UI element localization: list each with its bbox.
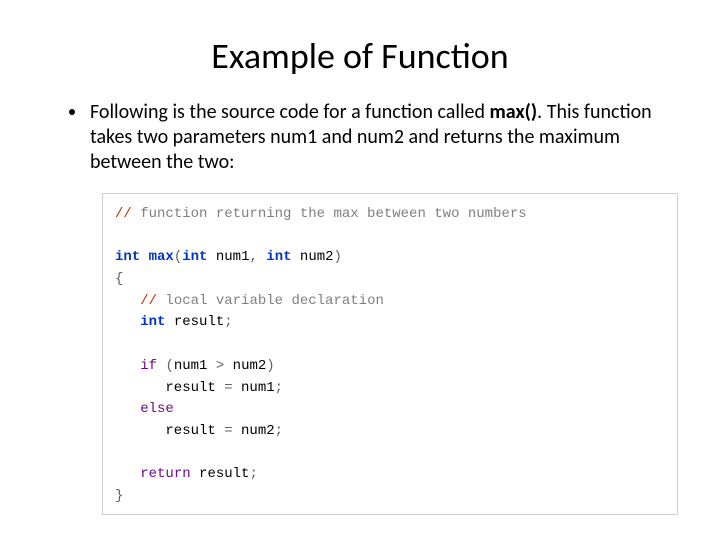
code-paren-open: ( bbox=[165, 358, 173, 374]
bullet-item: Following is the source code for a funct… bbox=[88, 100, 680, 175]
bullet-list: Following is the source code for a funct… bbox=[40, 100, 680, 175]
code-return-val: result bbox=[191, 466, 250, 482]
slide: Example of Function Following is the sou… bbox=[0, 0, 720, 540]
code-semi: ; bbox=[224, 314, 232, 330]
code-param-1: num1 bbox=[207, 249, 249, 265]
code-keyword-int: int bbox=[182, 249, 207, 265]
code-assign-2b: num2 bbox=[233, 423, 275, 439]
code-keyword-else: else bbox=[140, 401, 174, 417]
code-paren-open: ( bbox=[174, 249, 182, 265]
code-comment-slashes: // bbox=[115, 206, 132, 222]
code-comma: , bbox=[249, 249, 257, 265]
code-paren-close: ) bbox=[334, 249, 342, 265]
code-sp bbox=[140, 249, 148, 265]
code-param-2: num2 bbox=[292, 249, 334, 265]
code-keyword-if: if bbox=[140, 358, 157, 374]
code-semi: ; bbox=[275, 423, 283, 439]
code-indent bbox=[115, 314, 140, 330]
slide-title: Example of Function bbox=[40, 34, 680, 78]
code-cond-a: num1 bbox=[174, 358, 216, 374]
code-indent bbox=[115, 466, 140, 482]
bullet-text-pre: Following is the source code for a funct… bbox=[90, 100, 490, 124]
code-var-result: result bbox=[165, 314, 224, 330]
code-op-eq: = bbox=[224, 423, 232, 439]
code-indent bbox=[115, 293, 140, 309]
code-cond-b: num2 bbox=[224, 358, 266, 374]
code-keyword-int: int bbox=[140, 314, 165, 330]
code-assign-1: result bbox=[115, 380, 224, 396]
code-semi: ; bbox=[249, 466, 257, 482]
code-func-name: max bbox=[149, 249, 174, 265]
code-brace-close: } bbox=[115, 488, 123, 504]
code-keyword-int: int bbox=[115, 249, 140, 265]
code-keyword-int: int bbox=[266, 249, 291, 265]
code-keyword-return: return bbox=[140, 466, 190, 482]
code-semi: ; bbox=[275, 380, 283, 396]
code-op-eq: = bbox=[224, 380, 232, 396]
code-brace-open: { bbox=[115, 271, 123, 287]
code-op-gt: > bbox=[216, 358, 224, 374]
code-indent bbox=[115, 358, 140, 374]
code-comment-slashes: // bbox=[140, 293, 157, 309]
code-paren-close: ) bbox=[266, 358, 274, 374]
code-assign-2: result bbox=[115, 423, 224, 439]
code-comment-2: local variable declaration bbox=[157, 293, 384, 309]
code-assign-1b: num1 bbox=[233, 380, 275, 396]
code-indent bbox=[115, 401, 140, 417]
code-comment-1: function returning the max between two n… bbox=[132, 206, 527, 222]
bullet-text-bold: max() bbox=[490, 100, 538, 124]
code-block: // function returning the max between tw… bbox=[102, 193, 678, 515]
